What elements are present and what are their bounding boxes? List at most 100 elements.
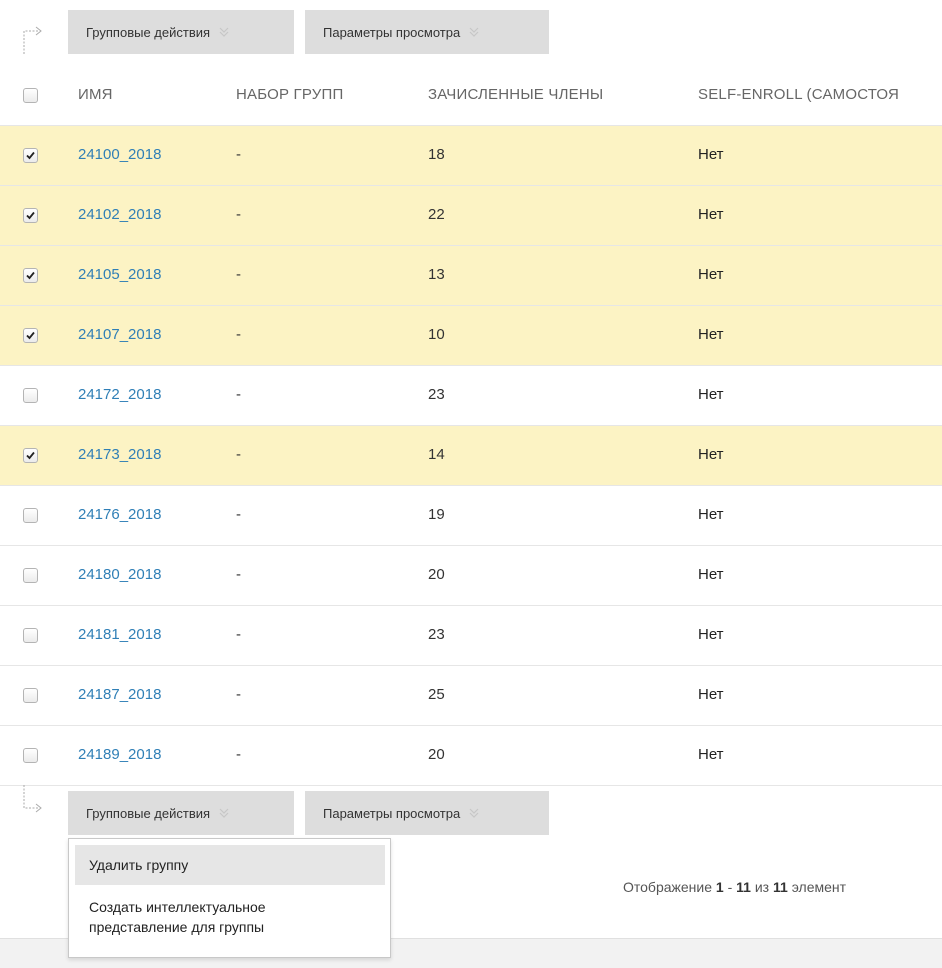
paging-dash: - [727, 879, 733, 895]
self-enroll-cell: Нет [698, 686, 724, 703]
table-row: 24102_2018 - 22 Нет [0, 186, 942, 246]
double-chevron-down-icon [468, 26, 480, 38]
table-row: 24176_2018 - 19 Нет [0, 486, 942, 546]
self-enroll-cell: Нет [698, 566, 724, 583]
double-chevron-down-icon [468, 807, 480, 819]
self-enroll-cell: Нет [698, 146, 724, 163]
table-body: 24100_2018-18 Нет 24102_2018-22 Нет 24105_20… [0, 126, 942, 786]
paging-to: 11 [736, 879, 751, 895]
row-checkbox[interactable] [23, 688, 38, 703]
bulk-actions-label: Групповые действия [86, 24, 211, 40]
group-name-link[interactable]: 24172_2018 [78, 386, 161, 403]
row-checkbox[interactable] [23, 148, 38, 163]
enrolled-count-cell: 22 [428, 206, 445, 223]
group-name-link[interactable]: 24173_2018 [78, 446, 161, 463]
table-row: 24100_2018 - 18 Нет [0, 126, 942, 186]
select-all-checkbox[interactable] [23, 88, 38, 103]
column-header-name[interactable]: ИМЯ [78, 86, 113, 103]
enrolled-count-cell: 19 [428, 506, 445, 523]
corner-arrow-icon [22, 24, 44, 58]
table-row: 24105_2018 - 13 Нет [0, 246, 942, 306]
group-set-cell: - [236, 626, 241, 643]
enrolled-count-cell: 10 [428, 326, 445, 343]
column-header-self-enroll[interactable]: SELF-ENROLL (САМОСТОЯ [698, 86, 899, 103]
row-checkbox[interactable] [23, 268, 38, 283]
enrolled-count-cell: 13 [428, 266, 445, 283]
self-enroll-cell: Нет [698, 446, 724, 463]
self-enroll-cell: Нет [698, 506, 724, 523]
group-name-link[interactable]: 24180_2018 [78, 566, 161, 583]
column-header-group-set[interactable]: НАБОР ГРУПП [236, 86, 343, 103]
group-set-cell: - [236, 686, 241, 703]
row-checkbox[interactable] [23, 748, 38, 763]
self-enroll-cell: Нет [698, 626, 724, 643]
group-name-link[interactable]: 24100_2018 [78, 146, 161, 163]
self-enroll-cell: Нет [698, 206, 724, 223]
group-name-link[interactable]: 24107_2018 [78, 326, 161, 343]
row-checkbox[interactable] [23, 448, 38, 463]
enrolled-count-cell: 23 [428, 626, 445, 643]
paging-suffix: элемент [791, 879, 847, 895]
group-set-cell: - [236, 506, 241, 523]
paging-prefix: Отображение [623, 879, 713, 895]
double-chevron-down-icon [218, 807, 230, 819]
row-checkbox[interactable] [23, 328, 38, 343]
bulk-actions-button[interactable]: Групповые действия [68, 10, 294, 54]
group-name-link[interactable]: 24181_2018 [78, 626, 161, 643]
groups-page: Групповые действия Параметры просмотра И… [0, 0, 942, 968]
group-set-cell: - [236, 386, 241, 403]
paging-from: 1 [715, 879, 724, 895]
table-row: 24181_2018 - 23 Нет [0, 606, 942, 666]
view-options-label: Параметры просмотра [323, 805, 461, 821]
groups-table: ИМЯ НАБОР ГРУПП ЗАЧИСЛЕННЫЕ ЧЛЕНЫ SELF-E… [0, 66, 942, 786]
group-name-link[interactable]: 24105_2018 [78, 266, 161, 283]
paging-total: 11 [773, 879, 788, 895]
group-set-cell: - [236, 446, 241, 463]
table-row: 24173_2018 - 14 Нет [0, 426, 942, 486]
enrolled-count-cell: 23 [428, 386, 445, 403]
self-enroll-cell: Нет [698, 266, 724, 283]
table-row: 24172_2018 - 23 Нет [0, 366, 942, 426]
row-checkbox[interactable] [23, 508, 38, 523]
group-name-link[interactable]: 24187_2018 [78, 686, 161, 703]
bulk-actions-button-bottom[interactable]: Групповые действия [68, 791, 294, 835]
menu-item-delete-group[interactable]: Удалить группу [75, 845, 385, 885]
group-set-cell: - [236, 206, 241, 223]
table-row: 24189_2018 - 20 Нет [0, 726, 942, 786]
self-enroll-cell: Нет [698, 326, 724, 343]
enrolled-count-cell: 18 [428, 146, 445, 163]
group-name-link[interactable]: 24102_2018 [78, 206, 161, 223]
group-set-cell: - [236, 326, 241, 343]
group-name-link[interactable]: 24176_2018 [78, 506, 161, 523]
group-set-cell: - [236, 746, 241, 763]
group-set-cell: - [236, 146, 241, 163]
group-name-link[interactable]: 24189_2018 [78, 746, 161, 763]
view-options-label: Параметры просмотра [323, 24, 461, 40]
enrolled-count-cell: 20 [428, 566, 445, 583]
double-chevron-down-icon [218, 26, 230, 38]
paging-of: из [754, 879, 770, 895]
table-row: 24107_2018 - 10 Нет [0, 306, 942, 366]
top-toolbar: Групповые действия Параметры просмотра [0, 10, 942, 56]
table-header: ИМЯ НАБОР ГРУПП ЗАЧИСЛЕННЫЕ ЧЛЕНЫ SELF-E… [0, 66, 942, 126]
self-enroll-cell: Нет [698, 386, 724, 403]
table-row: 24187_2018 - 25 Нет [0, 666, 942, 726]
row-checkbox[interactable] [23, 388, 38, 403]
row-checkbox[interactable] [23, 208, 38, 223]
column-header-enrolled[interactable]: ЗАЧИСЛЕННЫЕ ЧЛЕНЫ [428, 86, 603, 103]
view-options-button[interactable]: Параметры просмотра [305, 10, 549, 54]
group-set-cell: - [236, 266, 241, 283]
enrolled-count-cell: 25 [428, 686, 445, 703]
enrolled-count-cell: 14 [428, 446, 445, 463]
group-set-cell: - [236, 566, 241, 583]
bulk-actions-label: Групповые действия [86, 805, 211, 821]
view-options-button-bottom[interactable]: Параметры просмотра [305, 791, 549, 835]
self-enroll-cell: Нет [698, 746, 724, 763]
bottom-toolbar: Групповые действия Параметры просмотра [0, 785, 942, 837]
bulk-actions-menu: Удалить группу Создать интеллектуальное … [68, 838, 391, 958]
row-checkbox[interactable] [23, 568, 38, 583]
row-checkbox[interactable] [23, 628, 38, 643]
menu-item-create-smart-view[interactable]: Создать интеллектуальное представление д… [75, 897, 345, 937]
table-row: 24180_2018 - 20 Нет [0, 546, 942, 606]
corner-arrow-icon [22, 785, 44, 819]
